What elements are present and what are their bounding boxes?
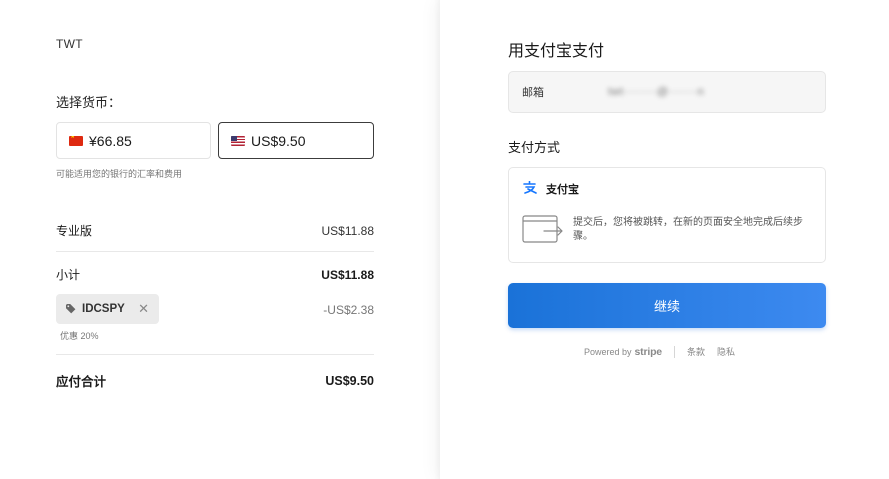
terms-link[interactable]: 条款: [687, 345, 705, 358]
alipay-name: 支付宝: [546, 184, 579, 196]
stripe-logo[interactable]: stripe: [635, 346, 663, 358]
email-label: 邮箱: [522, 87, 544, 99]
line-item: 专业版 US$11.88: [56, 222, 374, 239]
subtotal-row: 小计 US$11.88: [56, 266, 374, 283]
footer: Powered by stripe 条款 隐私: [584, 345, 747, 358]
discount-note: 优惠 20%: [60, 331, 99, 341]
merchant-name: TWT: [56, 37, 83, 51]
total-row: 应付合计 US$9.50: [56, 371, 374, 390]
us-flag-icon: [231, 135, 245, 146]
divider: [56, 251, 374, 252]
redirect-instructions: 提交后，您将被跳转，在新的页面安全地完成后续步骤。: [573, 217, 803, 242]
line-item-label: 专业版: [56, 224, 93, 238]
subtotal-value: US$11.88: [321, 267, 374, 282]
exchange-rate-note: 可能适用您的银行的汇率和费用: [56, 169, 183, 179]
total-label: 应付合计: [56, 375, 107, 389]
email-value: twt········@·······n: [608, 86, 705, 98]
footer-divider: [673, 345, 675, 358]
cn-flag-icon: [69, 135, 83, 146]
coupon-code: IDCSPY: [82, 303, 125, 315]
currency-amount-cny: ¥66.85: [89, 132, 132, 149]
continue-button[interactable]: 继续: [508, 283, 826, 328]
divider: [56, 354, 374, 355]
line-item-value: US$11.88: [321, 223, 374, 238]
alipay-logo-icon: [523, 180, 538, 197]
total-value: US$9.50: [325, 373, 374, 388]
email-field[interactable]: 邮箱 twt········@·······n: [508, 71, 826, 113]
privacy-link[interactable]: 隐私: [717, 345, 735, 358]
payment-method-alipay[interactable]: 支付宝 提交后，您将被跳转，在新的页面安全地完成后续步骤。: [508, 167, 826, 263]
order-summary-panel: TWT 选择货币： ¥66.85 US$9.50 可能适用您的银行的汇率和费用 …: [0, 0, 440, 479]
currency-option-usd[interactable]: US$9.50: [218, 122, 374, 159]
discount-value: -US$2.38: [323, 303, 374, 317]
subtotal-label: 小计: [56, 268, 81, 282]
payment-method-label: 支付方式: [508, 140, 561, 155]
powered-by-text: Powered by: [584, 346, 632, 357]
coupon-chip: IDCSPY ✕: [56, 294, 159, 324]
currency-option-cny[interactable]: ¥66.85: [56, 122, 211, 159]
redirect-window-icon: [522, 215, 564, 245]
alipay-header: 支付宝: [523, 180, 579, 197]
tag-icon: [66, 304, 76, 314]
currency-label: 选择货币：: [56, 95, 122, 110]
currency-amount-usd: US$9.50: [251, 132, 306, 149]
payment-title: 用支付宝支付: [508, 43, 605, 60]
remove-coupon-close-icon[interactable]: ✕: [138, 301, 149, 317]
